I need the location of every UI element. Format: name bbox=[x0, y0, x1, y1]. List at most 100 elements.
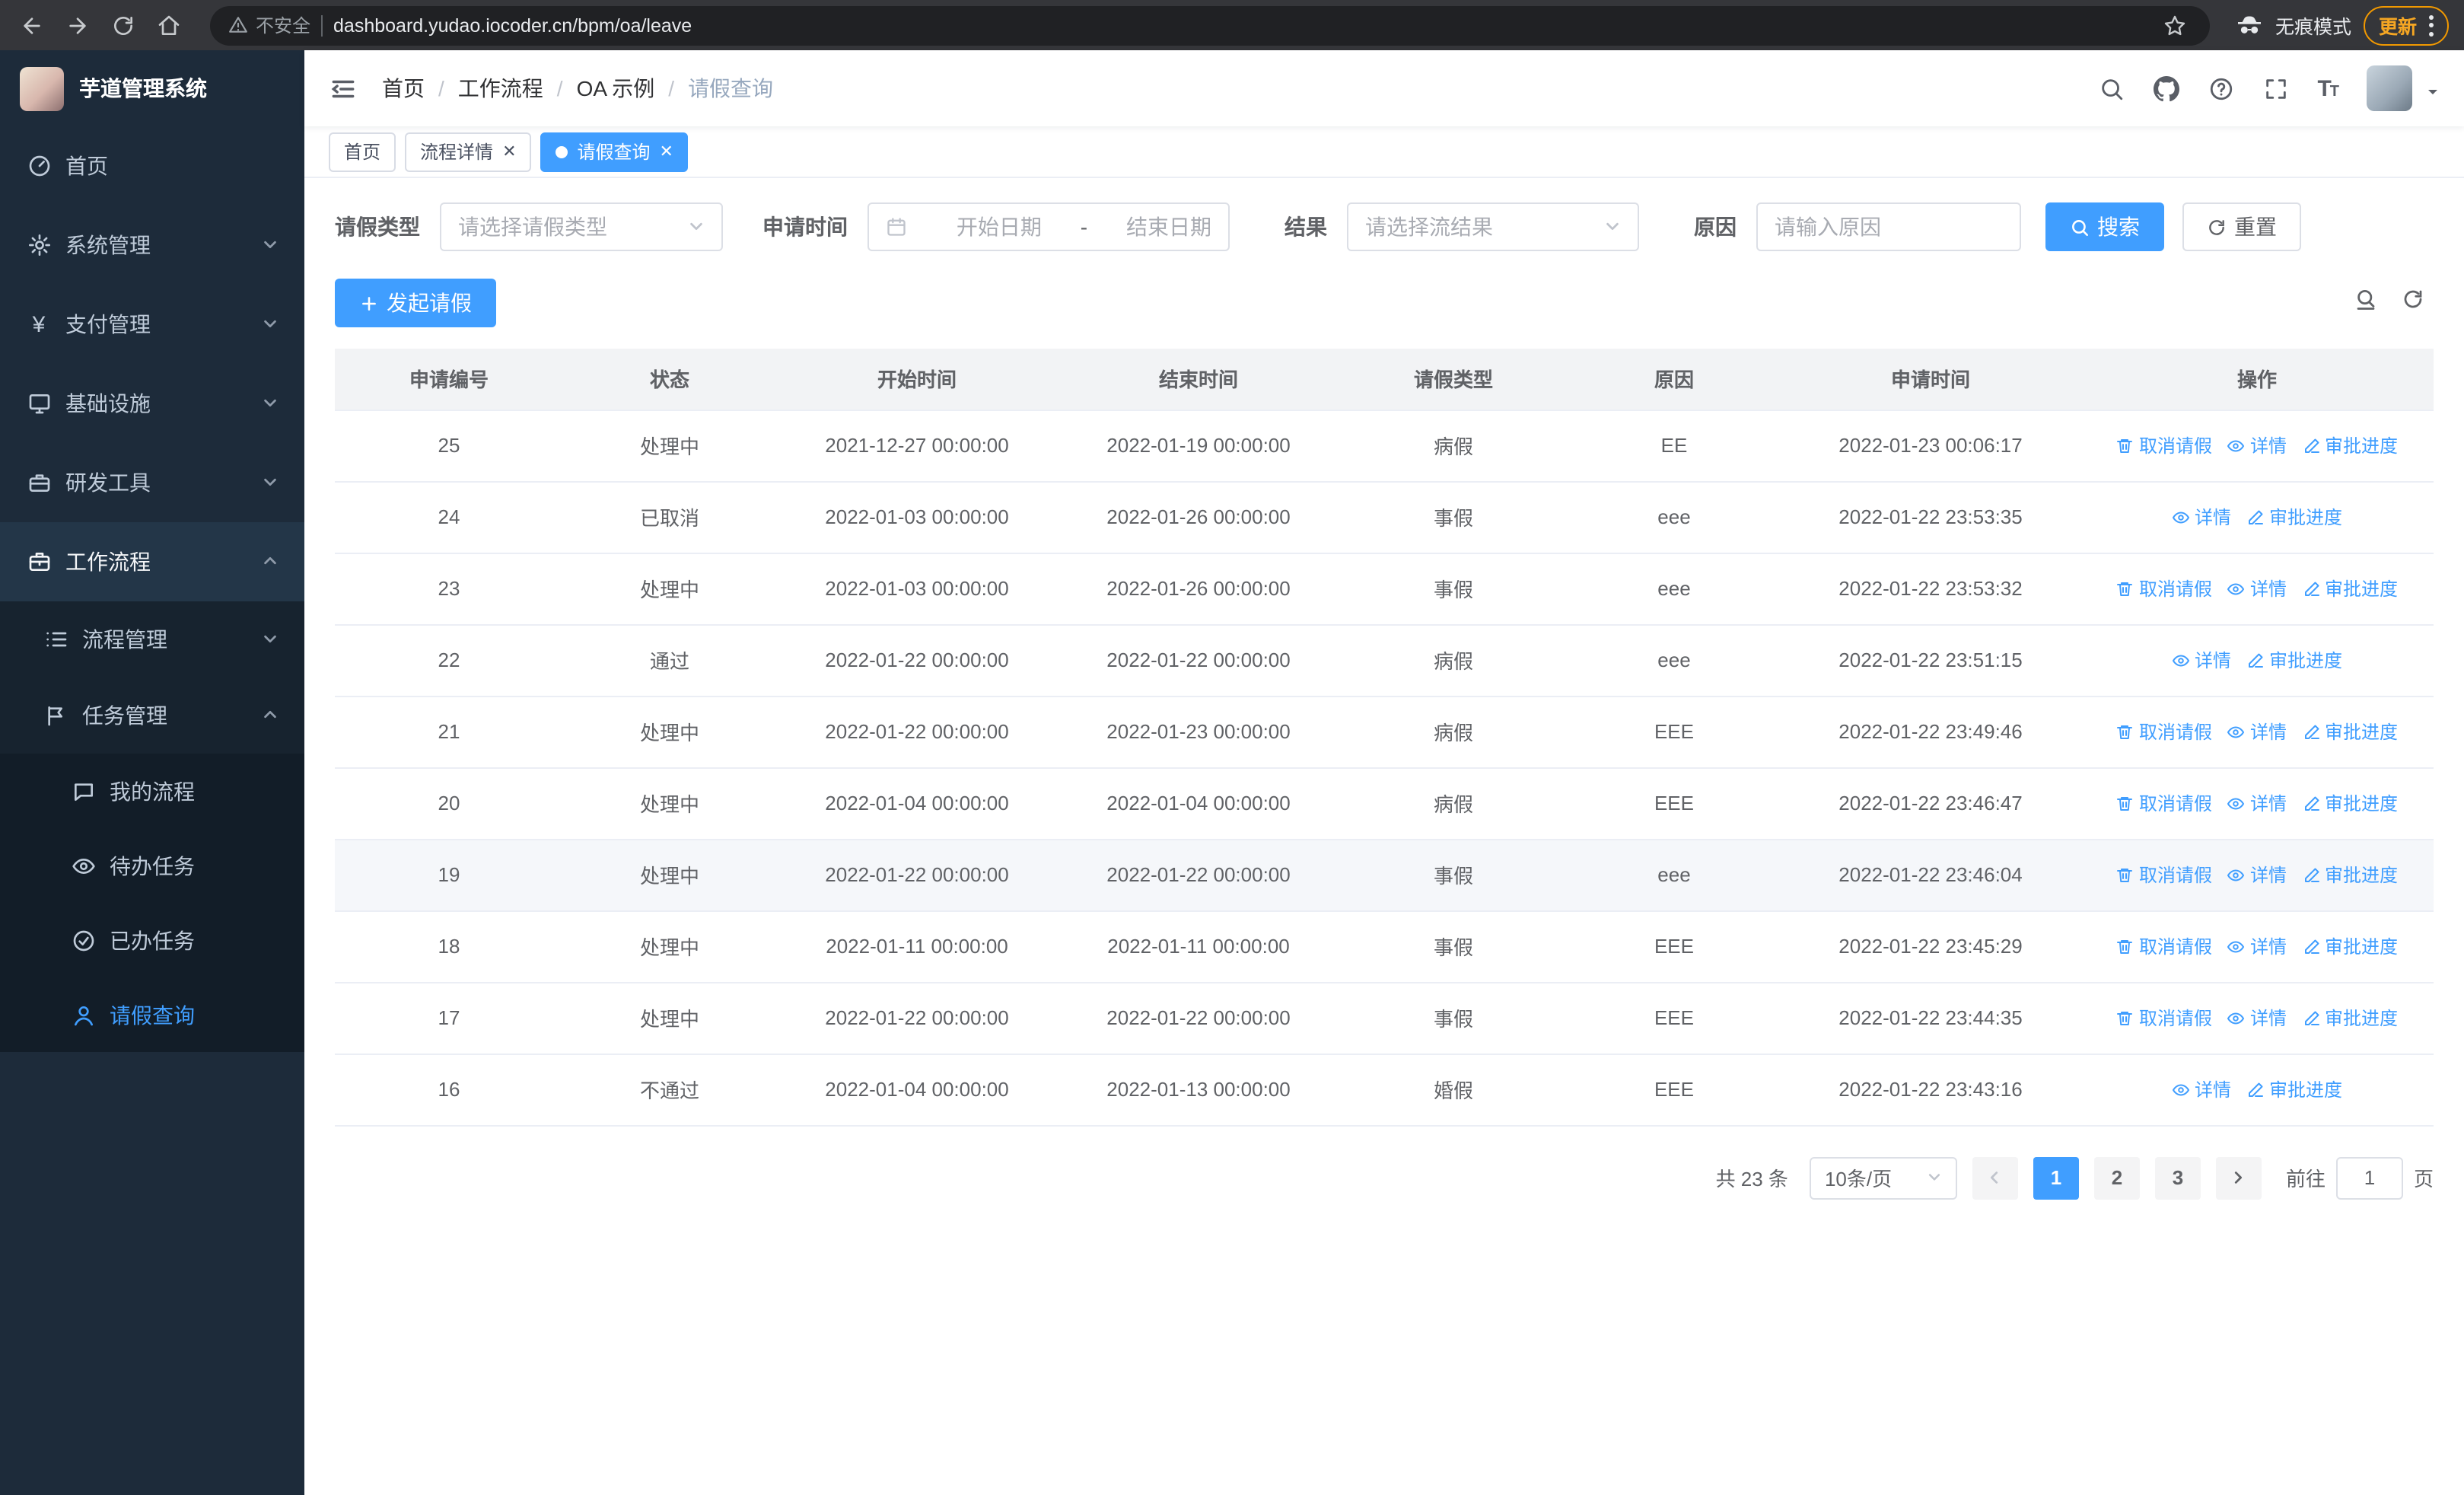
sidebar-item-payment[interactable]: ¥ 支付管理 bbox=[0, 285, 304, 364]
refresh-table-icon[interactable] bbox=[2402, 288, 2424, 318]
fullscreen-icon[interactable] bbox=[2262, 75, 2288, 101]
leave-type-select[interactable]: 请选择请假类型 bbox=[440, 202, 723, 251]
table-cell: 处理中 bbox=[563, 410, 776, 482]
page-size-select[interactable]: 10条/页 bbox=[1809, 1156, 1957, 1199]
reset-button[interactable]: 重置 bbox=[2182, 202, 2301, 251]
approval-progress-link[interactable]: 审批进度 bbox=[2302, 432, 2398, 458]
delete-icon bbox=[2117, 1011, 2133, 1025]
cancel-leave-link[interactable]: 取消请假 bbox=[2116, 790, 2212, 816]
tab-process-detail[interactable]: 流程详情 ✕ bbox=[405, 132, 532, 171]
bookmark-star-icon[interactable] bbox=[2158, 8, 2192, 42]
approval-progress-link[interactable]: 审批进度 bbox=[2246, 504, 2342, 530]
table-row: 23 处理中 2022-01-03 00:00:00 2022-01-26 00:00… bbox=[335, 553, 2434, 625]
user-avatar[interactable] bbox=[2367, 65, 2412, 111]
app-logo[interactable]: 芋道管理系统 bbox=[0, 50, 304, 126]
col-end-time: 结束时间 bbox=[1058, 349, 1339, 410]
table-cell: 病假 bbox=[1339, 696, 1568, 768]
chevron-down-icon bbox=[1604, 215, 1621, 239]
sidebar-item-done-tasks[interactable]: 已办任务 bbox=[0, 903, 304, 977]
navbar-actions: TT bbox=[2098, 65, 2440, 111]
update-chip[interactable]: 更新 bbox=[2363, 5, 2449, 45]
eye-icon bbox=[2227, 869, 2246, 881]
approval-progress-link[interactable]: 审批进度 bbox=[2302, 575, 2398, 601]
table-row: 19 处理中 2022-01-22 00:00:00 2022-01-22 00:00… bbox=[335, 839, 2434, 911]
approval-progress-link[interactable]: 审批进度 bbox=[2246, 647, 2342, 673]
tab-home[interactable]: 首页 bbox=[329, 132, 396, 171]
table-cell: eee bbox=[1568, 624, 1781, 696]
detail-link[interactable]: 详情 bbox=[2172, 647, 2231, 673]
workflow-submenu: 流程管理 任务管理 我的流程 待办任务 已办任务 请假查询 bbox=[0, 601, 304, 1052]
prev-page-button[interactable] bbox=[1972, 1156, 2018, 1199]
sidebar-item-devtools[interactable]: 研发工具 bbox=[0, 443, 304, 522]
sidebar-item-system[interactable]: 系统管理 bbox=[0, 206, 304, 285]
approval-progress-link[interactable]: 审批进度 bbox=[2302, 862, 2398, 888]
cancel-leave-link[interactable]: 取消请假 bbox=[2116, 575, 2212, 601]
github-icon[interactable] bbox=[2153, 75, 2179, 101]
sidebar-item-workflow[interactable]: 工作流程 bbox=[0, 522, 304, 601]
cancel-leave-link[interactable]: 取消请假 bbox=[2116, 1005, 2212, 1031]
tab-leave-query[interactable]: 请假查询 ✕ bbox=[540, 132, 689, 171]
create-leave-button[interactable]: 发起请假 bbox=[335, 279, 496, 327]
cancel-leave-link[interactable]: 取消请假 bbox=[2116, 719, 2212, 744]
update-label[interactable]: 更新 bbox=[2379, 11, 2417, 40]
sidebar-item-infra[interactable]: 基础设施 bbox=[0, 364, 304, 443]
detail-link[interactable]: 详情 bbox=[2227, 432, 2287, 458]
breadcrumb-oa[interactable]: OA 示例 bbox=[577, 73, 655, 104]
detail-link[interactable]: 详情 bbox=[2227, 933, 2287, 959]
help-icon[interactable] bbox=[2208, 75, 2233, 101]
goto-page-input[interactable] bbox=[2335, 1156, 2403, 1199]
sidebar-item-task-mgmt[interactable]: 任务管理 bbox=[0, 677, 304, 754]
approval-progress-link[interactable]: 审批进度 bbox=[2246, 1076, 2342, 1102]
close-icon[interactable]: ✕ bbox=[502, 142, 516, 161]
browser-menu-icon[interactable] bbox=[2429, 14, 2434, 36]
avatar-caret-icon[interactable] bbox=[2426, 79, 2440, 111]
sidebar-collapse-icon[interactable] bbox=[329, 74, 358, 103]
address-bar[interactable]: 不安全 dashboard.yudao.iocoder.cn/bpm/oa/le… bbox=[210, 5, 2210, 45]
page-2-button[interactable]: 2 bbox=[2093, 1156, 2140, 1199]
detail-link[interactable]: 详情 bbox=[2227, 790, 2287, 816]
edit-icon bbox=[2304, 581, 2319, 595]
reload-icon[interactable] bbox=[107, 8, 140, 42]
reason-input[interactable] bbox=[1756, 202, 2021, 251]
approval-progress-link[interactable]: 审批进度 bbox=[2302, 933, 2398, 959]
detail-link[interactable]: 详情 bbox=[2227, 862, 2287, 888]
close-icon[interactable]: ✕ bbox=[660, 142, 673, 161]
detail-link[interactable]: 详情 bbox=[2172, 504, 2231, 530]
home-icon[interactable] bbox=[152, 8, 186, 42]
back-icon[interactable] bbox=[15, 8, 49, 42]
search-icon[interactable] bbox=[2098, 75, 2124, 101]
approval-progress-link[interactable]: 审批进度 bbox=[2302, 1005, 2398, 1031]
sidebar-item-my-process[interactable]: 我的流程 bbox=[0, 754, 304, 828]
search-button[interactable]: 搜索 bbox=[2045, 202, 2164, 251]
table-tools bbox=[2354, 288, 2434, 318]
page-1-button[interactable]: 1 bbox=[2033, 1156, 2079, 1199]
sidebar-item-process-mgmt[interactable]: 流程管理 bbox=[0, 601, 304, 677]
chat-icon bbox=[70, 778, 96, 804]
sidebar-item-todo-tasks[interactable]: 待办任务 bbox=[0, 828, 304, 903]
sidebar-item-leave-query[interactable]: 请假查询 bbox=[0, 977, 304, 1052]
approval-progress-link[interactable]: 审批进度 bbox=[2302, 719, 2398, 744]
cancel-leave-link[interactable]: 取消请假 bbox=[2116, 862, 2212, 888]
table-cell: 通过 bbox=[563, 624, 776, 696]
end-date-placeholder: 结束日期 bbox=[1125, 215, 1211, 239]
breadcrumb-home[interactable]: 首页 bbox=[382, 73, 425, 104]
page-3-button[interactable]: 3 bbox=[2154, 1156, 2201, 1199]
font-size-icon[interactable]: TT bbox=[2317, 75, 2339, 101]
url-text[interactable]: dashboard.yudao.iocoder.cn/bpm/oa/leave bbox=[333, 14, 692, 36]
apply-time-range-picker[interactable]: 开始日期 - 结束日期 bbox=[867, 202, 1230, 251]
detail-link[interactable]: 详情 bbox=[2227, 575, 2287, 601]
result-select[interactable]: 请选择流结果 bbox=[1347, 202, 1639, 251]
security-warning[interactable]: 不安全 bbox=[228, 12, 310, 38]
toggle-search-icon[interactable] bbox=[2354, 288, 2377, 318]
breadcrumb-workflow[interactable]: 工作流程 bbox=[458, 73, 543, 104]
operations-cell: 取消请假 详情 审批进度 bbox=[2080, 553, 2434, 625]
detail-link[interactable]: 详情 bbox=[2227, 1005, 2287, 1031]
detail-link[interactable]: 详情 bbox=[2227, 719, 2287, 744]
detail-link[interactable]: 详情 bbox=[2172, 1076, 2231, 1102]
cancel-leave-link[interactable]: 取消请假 bbox=[2116, 432, 2212, 458]
sidebar-item-home[interactable]: 首页 bbox=[0, 126, 304, 206]
forward-icon[interactable] bbox=[61, 8, 94, 42]
next-page-button[interactable] bbox=[2215, 1156, 2262, 1199]
approval-progress-link[interactable]: 审批进度 bbox=[2302, 790, 2398, 816]
cancel-leave-link[interactable]: 取消请假 bbox=[2116, 933, 2212, 959]
